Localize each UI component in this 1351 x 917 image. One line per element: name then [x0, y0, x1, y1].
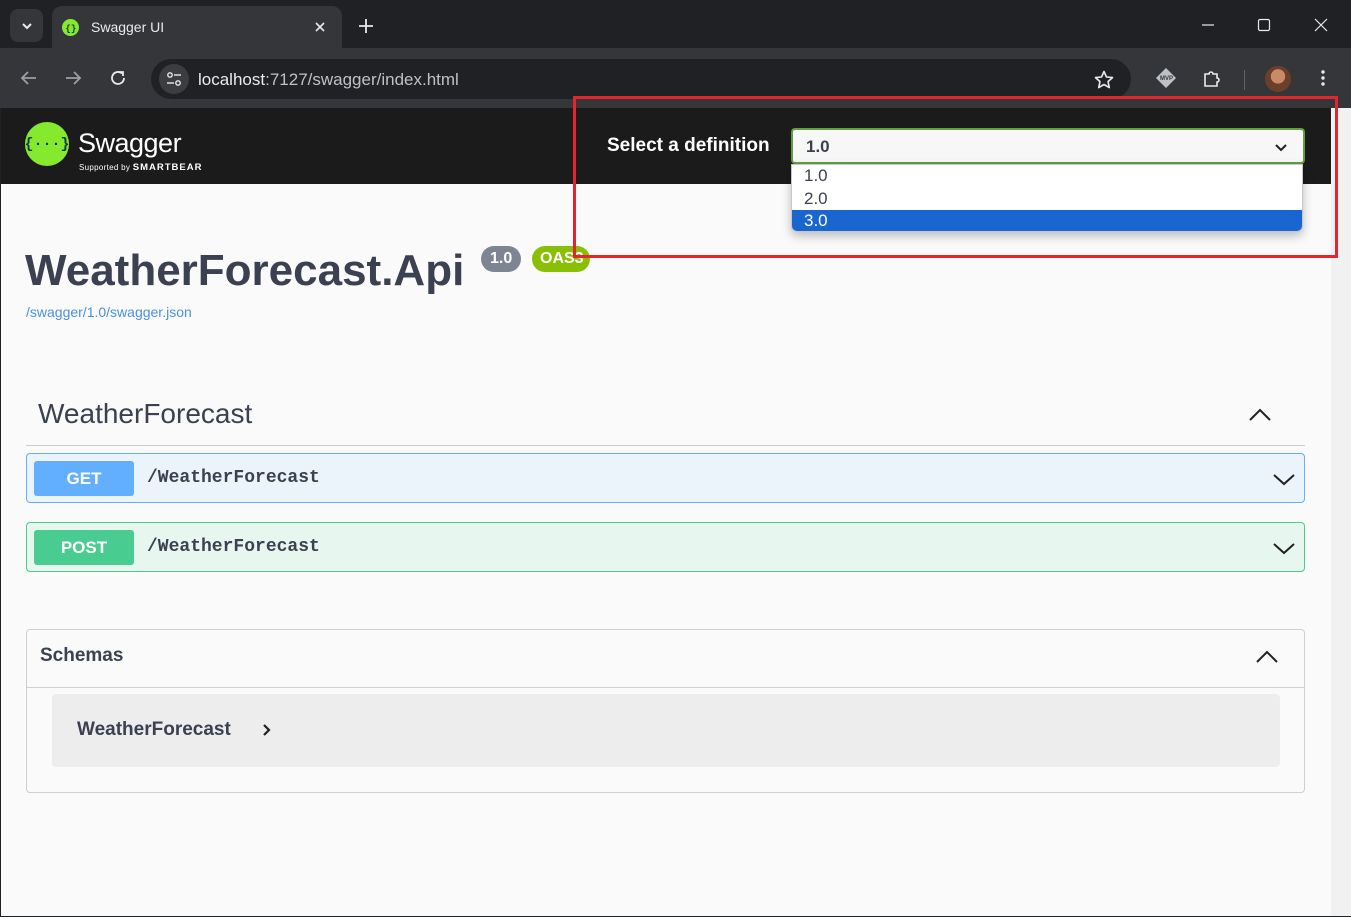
chevron-up-icon[interactable] — [1247, 402, 1273, 428]
minimize-icon[interactable] — [1193, 10, 1223, 40]
api-title: WeatherForecast.Api — [25, 246, 465, 295]
operation-get-weatherforecast[interactable]: GET /WeatherForecast — [26, 453, 1305, 503]
operation-post-weatherforecast[interactable]: POST /WeatherForecast — [26, 522, 1305, 572]
window-close-icon[interactable] — [1306, 10, 1336, 40]
swagger-logo-icon[interactable]: {···} — [25, 122, 70, 166]
chevron-down-icon[interactable] — [1272, 536, 1296, 560]
mvp-extension-icon[interactable]: MVP — [1153, 65, 1179, 91]
url-text: localhost:7127/swagger/index.html — [198, 70, 459, 89]
forward-arrow-icon[interactable] — [59, 64, 87, 92]
browser-menu-icon[interactable] — [1310, 65, 1336, 91]
back-arrow-icon[interactable] — [15, 64, 43, 92]
swagger-favicon-icon: {} — [62, 18, 79, 36]
version-badge: 1.0 — [481, 246, 522, 272]
tab-close-icon[interactable] — [306, 13, 334, 41]
tab-search-button[interactable] — [10, 9, 43, 42]
schemas-title[interactable]: Schemas — [40, 645, 123, 667]
extensions-puzzle-icon[interactable] — [1199, 65, 1225, 91]
site-info-icon[interactable] — [159, 64, 189, 94]
reload-icon[interactable] — [104, 64, 132, 92]
toolbar-separator — [1244, 70, 1245, 90]
operation-path: /WeatherForecast — [147, 468, 320, 488]
model-name: WeatherForecast — [77, 719, 231, 740]
new-tab-plus-icon[interactable] — [352, 12, 380, 40]
browser-tab[interactable]: {} Swagger UI — [52, 6, 342, 48]
method-badge-get: GET — [34, 461, 134, 496]
tab-title: Swagger UI — [91, 19, 165, 35]
schemas-divider — [27, 687, 1304, 688]
bookmark-star-icon[interactable] — [1093, 69, 1115, 91]
address-bar[interactable]: localhost:7127/swagger/index.html — [151, 59, 1131, 99]
browser-tabstrip: {} Swagger UI — [0, 0, 1351, 48]
maximize-icon[interactable] — [1249, 10, 1279, 40]
chevron-right-icon — [263, 724, 271, 736]
spec-json-link[interactable]: /swagger/1.0/swagger.json — [26, 304, 192, 320]
method-badge-post: POST — [34, 530, 134, 565]
operation-path: /WeatherForecast — [147, 537, 320, 557]
tag-divider — [26, 445, 1305, 446]
model-weatherforecast[interactable]: WeatherForecast — [52, 694, 1280, 767]
highlight-annotation-box — [573, 96, 1338, 258]
tag-title[interactable]: WeatherForecast — [38, 398, 252, 430]
chevron-up-icon[interactable] — [1254, 644, 1280, 670]
svg-text:MVP: MVP — [1160, 76, 1173, 82]
profile-avatar[interactable] — [1265, 66, 1291, 92]
chevron-down-icon — [21, 22, 32, 29]
chevron-down-icon[interactable] — [1272, 467, 1296, 491]
swagger-brand-sub: Supported by SMARTBEAR — [79, 162, 203, 173]
schemas-section: Schemas WeatherForecast — [26, 629, 1305, 793]
swagger-brand[interactable]: Swagger — [78, 128, 182, 159]
svg-text:{}: {} — [66, 24, 77, 33]
